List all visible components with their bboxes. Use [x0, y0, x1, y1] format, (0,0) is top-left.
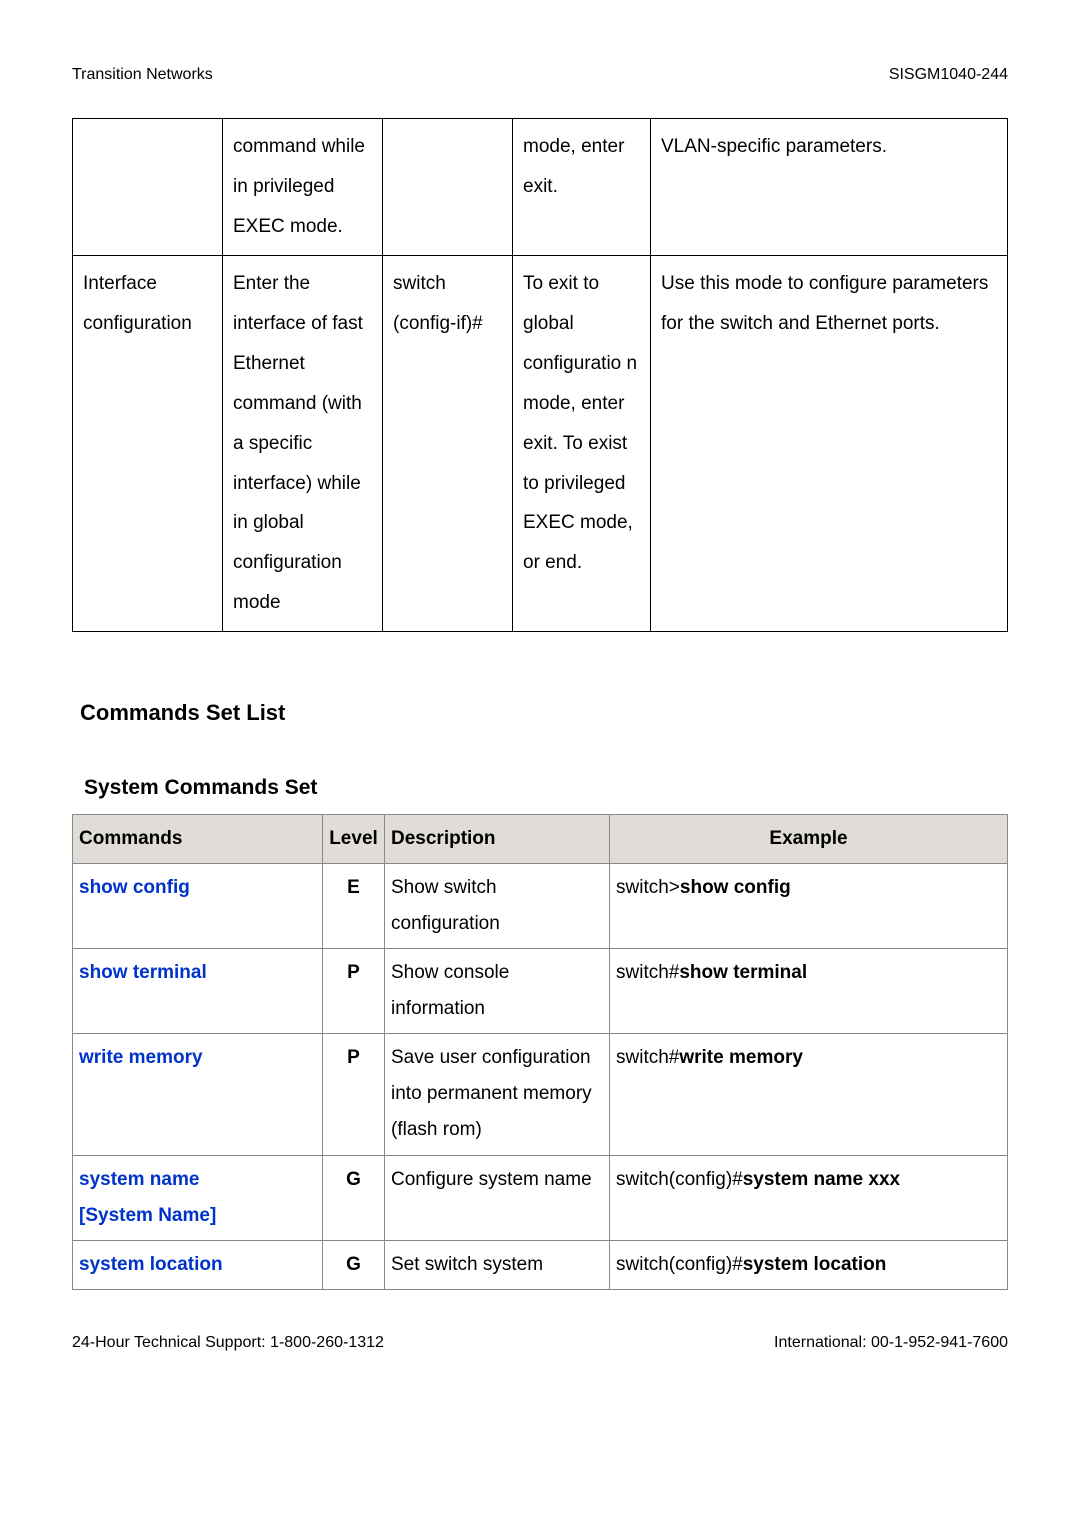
cell-level: E: [323, 863, 385, 948]
example-prefix: switch#: [616, 962, 679, 983]
header-left: Transition Networks: [72, 60, 213, 90]
cell-level: G: [323, 1155, 385, 1240]
header-right: SISGM1040-244: [889, 60, 1008, 90]
col-example: Example: [610, 814, 1008, 863]
cell-command: show config: [73, 863, 323, 948]
subsection-heading: System Commands Set: [84, 768, 1008, 808]
cell-command: system name [System Name]: [73, 1155, 323, 1240]
cell-prompt: switch (config-if)#: [383, 256, 513, 632]
example-prefix: switch(config)#: [616, 1254, 743, 1275]
cell-command: show terminal: [73, 949, 323, 1034]
cell-example: switch(config)#system location: [610, 1240, 1008, 1289]
example-cmd: system location: [743, 1254, 887, 1275]
example-cmd: show terminal: [679, 962, 807, 983]
table-row: command while in privileged EXEC mode. m…: [73, 119, 1008, 256]
cell-access: command while in privileged EXEC mode.: [223, 119, 383, 256]
table-row: show config E Show switch configuration …: [73, 863, 1008, 948]
cell-example: switch#write memory: [610, 1034, 1008, 1155]
cell-mode: Interface configuration: [73, 256, 223, 632]
cell-example: switch#show terminal: [610, 949, 1008, 1034]
cell-example: switch>show config: [610, 863, 1008, 948]
cell-desc: Show console information: [385, 949, 610, 1034]
cell-mode: [73, 119, 223, 256]
example-cmd: system name xxx: [743, 1169, 900, 1190]
page-footer: 24-Hour Technical Support: 1-800-260-131…: [72, 1328, 1008, 1358]
example-prefix: switch#: [616, 1047, 679, 1068]
cell-level: G: [323, 1240, 385, 1289]
modes-table: command while in privileged EXEC mode. m…: [72, 118, 1008, 632]
cell-example: switch(config)#system name xxx: [610, 1155, 1008, 1240]
example-cmd: write memory: [679, 1047, 803, 1068]
table-header-row: Commands Level Description Example: [73, 814, 1008, 863]
table-row: system name [System Name] G Configure sys…: [73, 1155, 1008, 1240]
command-name: show config: [79, 877, 190, 898]
col-description: Description: [385, 814, 610, 863]
cell-about: VLAN-specific parameters.: [651, 119, 1008, 256]
col-commands: Commands: [73, 814, 323, 863]
cell-about: Use this mode to configure parameters fo…: [651, 256, 1008, 632]
command-name: system name: [79, 1169, 199, 1190]
cell-command: write memory: [73, 1034, 323, 1155]
cell-desc: Show switch configuration: [385, 863, 610, 948]
table-row: show terminal P Show console information…: [73, 949, 1008, 1034]
example-cmd: show config: [680, 877, 791, 898]
command-param: [System Name]: [79, 1205, 216, 1226]
command-name: write memory: [79, 1047, 203, 1068]
footer-left: 24-Hour Technical Support: 1-800-260-131…: [72, 1328, 384, 1358]
cell-level: P: [323, 1034, 385, 1155]
command-name: system location: [79, 1254, 223, 1275]
table-row: Interface configuration Enter the interf…: [73, 256, 1008, 632]
cell-level: P: [323, 949, 385, 1034]
commands-table: Commands Level Description Example show …: [72, 814, 1008, 1290]
cell-exit: mode, enter exit.: [513, 119, 651, 256]
example-prefix: switch(config)#: [616, 1169, 743, 1190]
cell-desc: Save user configuration into permanent m…: [385, 1034, 610, 1155]
col-level: Level: [323, 814, 385, 863]
table-row: write memory P Save user configuration i…: [73, 1034, 1008, 1155]
example-prefix: switch>: [616, 877, 680, 898]
table-row: system location G Set switch system swit…: [73, 1240, 1008, 1289]
footer-right: International: 00-1-952-941-7600: [774, 1328, 1008, 1358]
cell-access: Enter the interface of fast Ethernet com…: [223, 256, 383, 632]
cell-desc: Set switch system: [385, 1240, 610, 1289]
section-heading: Commands Set List: [80, 692, 1008, 734]
cell-prompt: [383, 119, 513, 256]
cell-command: system location: [73, 1240, 323, 1289]
command-name: show terminal: [79, 962, 207, 983]
cell-desc: Configure system name: [385, 1155, 610, 1240]
page-header: Transition Networks SISGM1040-244: [72, 60, 1008, 90]
cell-exit: To exit to global configuratio n mode, e…: [513, 256, 651, 632]
